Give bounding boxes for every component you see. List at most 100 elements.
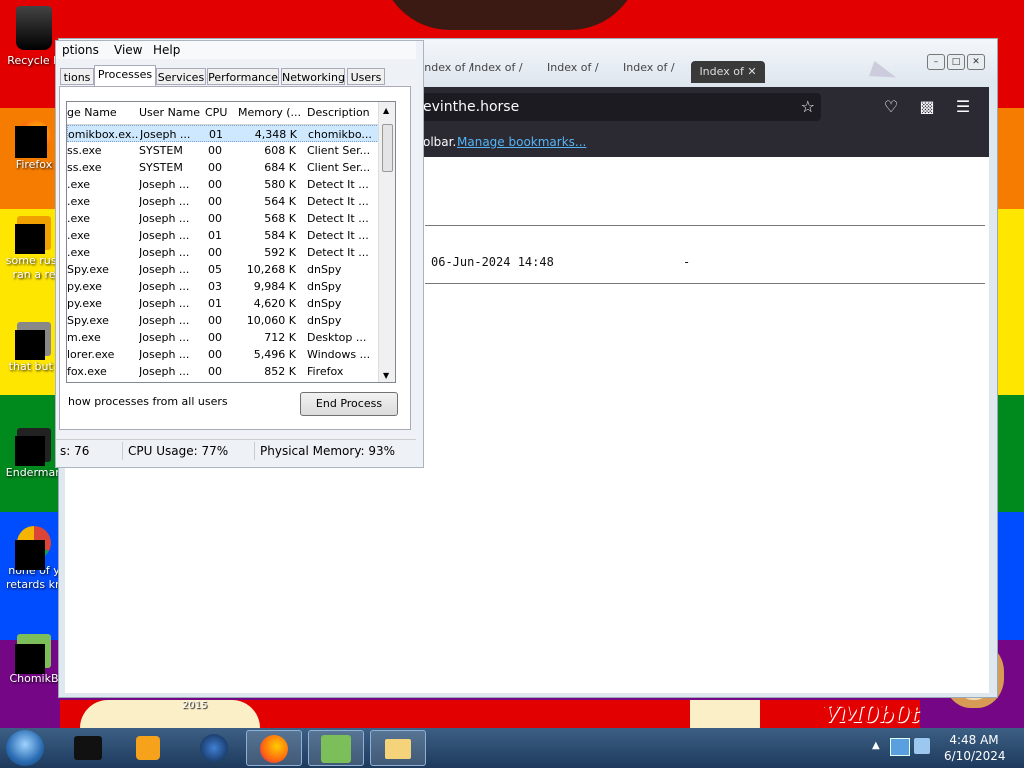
process-cell-name: omikbox.ex... (68, 128, 138, 141)
process-cell-desc: Firefox (307, 365, 344, 378)
process-row[interactable]: fox.exe Joseph ... 00 852 K Firefox (67, 363, 381, 380)
wallpaper-cream-shape (80, 700, 260, 728)
desktop-icon-chomikbox[interactable]: ChomikB (2, 634, 66, 686)
column-memory[interactable]: Memory (... (238, 106, 301, 119)
process-row[interactable]: .exe Joseph ... 00 580 K Detect It ... (67, 176, 381, 193)
process-row[interactable]: omikbox.ex... Joseph ... 01 4,348 K chomikbo… (67, 125, 381, 142)
scroll-down-icon[interactable]: ▼ (383, 371, 389, 380)
process-cell-mem: 5,496 K (253, 348, 296, 361)
tab-networking[interactable]: Networking (281, 68, 345, 85)
extensions-icon[interactable]: ▩ (917, 97, 937, 117)
menu-icon[interactable]: ☰ (953, 97, 973, 117)
browser-active-tab[interactable]: Index of ✕ (691, 61, 765, 83)
app-icon (74, 736, 102, 760)
bookmark-star-icon[interactable]: ☆ (801, 93, 815, 121)
browser-tab[interactable]: Index of / (421, 61, 473, 74)
process-list[interactable]: ge Name User Name CPU Memory (... Descri… (66, 101, 396, 383)
maximize-icon[interactable]: □ (947, 54, 965, 70)
process-cell-cpu: 00 (208, 144, 222, 157)
send-icon (869, 61, 899, 85)
browser-tab[interactable]: Index of / (471, 61, 523, 74)
process-cell-mem: 608 K (264, 144, 296, 157)
taskbar-explorer[interactable] (370, 730, 426, 766)
menu-options[interactable]: ptions (62, 43, 99, 57)
show-all-processes-checkbox[interactable]: how processes from all users (68, 395, 228, 408)
process-row[interactable]: Spy.exe Joseph ... 05 10,268 K dnSpy (67, 261, 381, 278)
tab-performance[interactable]: Performance (207, 68, 279, 85)
window-controls: – □ ✕ (925, 49, 985, 70)
menu-help[interactable]: Help (153, 43, 180, 57)
process-row[interactable]: .exe Joseph ... 00 568 K Detect It ... (67, 210, 381, 227)
process-row[interactable]: m.exe Joseph ... 00 712 K Desktop ... (67, 329, 381, 346)
scrollbar-thumb[interactable] (382, 124, 393, 172)
process-cell-cpu: 00 (208, 178, 222, 191)
scroll-up-icon[interactable]: ▲ (383, 106, 389, 115)
process-row[interactable]: ss.exe SYSTEM 00 608 K Client Ser... (67, 142, 381, 159)
start-orb-icon[interactable] (6, 730, 44, 766)
desktop-icon-label: Firefox (15, 158, 53, 171)
process-row[interactable]: py.exe Joseph ... 01 4,620 K dnSpy (67, 295, 381, 312)
vm-watermark: VM0b0t (822, 702, 920, 728)
taskbar-firefox[interactable] (246, 730, 302, 766)
browser-tab[interactable]: Index of / (547, 61, 599, 74)
process-cell-name: .exe (67, 229, 91, 242)
close-icon[interactable]: ✕ (967, 54, 985, 70)
process-cell-user: SYSTEM (139, 161, 183, 174)
taskbar-media-player[interactable] (122, 730, 178, 766)
app-icon (15, 428, 51, 466)
bookmarks-text: olbar. (423, 135, 457, 149)
process-cell-cpu: 05 (208, 263, 222, 276)
process-cell-desc: dnSpy (307, 314, 342, 327)
taskbar: ▲ 4:48 AM 6/10/2024 (0, 728, 1024, 768)
minimize-icon[interactable]: – (927, 54, 945, 70)
process-row[interactable]: .exe Joseph ... 00 592 K Detect It ... (67, 244, 381, 261)
column-user-name[interactable]: User Name (139, 106, 200, 119)
status-physical-memory: Physical Memory: 93% (260, 444, 396, 458)
tab-processes[interactable]: Processes (94, 65, 156, 86)
process-cell-cpu: 00 (208, 348, 222, 361)
chomikbox-icon (321, 735, 351, 763)
manage-bookmarks-link[interactable]: Manage bookmarks... (457, 127, 586, 157)
process-row[interactable]: ss.exe SYSTEM 00 684 K Client Ser... (67, 159, 381, 176)
process-cell-user: Joseph ... (139, 195, 190, 208)
pocket-icon[interactable]: ♡ (881, 97, 901, 117)
show-hidden-icons-icon[interactable]: ▲ (872, 740, 880, 751)
taskbar-chomikbox[interactable] (308, 730, 364, 766)
process-row[interactable]: .exe Joseph ... 00 564 K Detect It ... (67, 193, 381, 210)
menu-view[interactable]: View (114, 43, 142, 57)
column-image-name[interactable]: ge Name (67, 106, 117, 119)
process-cell-desc: Detect It ... (307, 246, 369, 259)
vertical-scrollbar[interactable]: ▲ ▼ (378, 102, 395, 382)
clock[interactable]: 4:48 AM 6/10/2024 (944, 732, 1006, 764)
network-tray-icon[interactable] (890, 738, 910, 756)
process-cell-cpu: 01 (208, 297, 222, 310)
column-cpu[interactable]: CPU (205, 106, 227, 119)
process-row[interactable]: .exe Joseph ... 01 584 K Detect It ... (67, 227, 381, 244)
end-process-button[interactable]: End Process (300, 392, 398, 416)
process-row[interactable]: lorer.exe Joseph ... 00 5,496 K Windows ... (67, 346, 381, 363)
process-cell-user: Joseph ... (139, 314, 190, 327)
desktop-icon-chrome[interactable]: none of y retards kn (2, 526, 66, 592)
volume-tray-icon[interactable] (914, 738, 930, 754)
tab-services[interactable]: Services (156, 68, 206, 85)
process-row[interactable]: py.exe Joseph ... 03 9,984 K dnSpy (67, 278, 381, 295)
process-cell-user: Joseph ... (139, 331, 190, 344)
browser-tab[interactable]: Index of / (623, 61, 675, 74)
taskbar-network[interactable] (186, 730, 242, 766)
media-player-icon (136, 736, 160, 760)
task-manager-menubar: ptions View Help (56, 41, 416, 59)
clock-date: 6/10/2024 (944, 749, 1006, 763)
desktop-icon-label: that but i (8, 360, 60, 373)
column-description[interactable]: Description (307, 106, 370, 119)
process-cell-name: .exe (67, 195, 91, 208)
taskbar-app[interactable] (62, 730, 118, 766)
desktop-icon-label: Recycle B (7, 54, 61, 67)
process-row[interactable]: Spy.exe Joseph ... 00 10,060 K dnSpy (67, 312, 381, 329)
url-bar[interactable]: evinthe.horse ☆ (409, 93, 821, 121)
tab-applications[interactable]: tions (60, 68, 94, 85)
processes-panel: ge Name User Name CPU Memory (... Descri… (59, 86, 411, 430)
process-cell-cpu: 00 (208, 365, 222, 378)
tab-users[interactable]: Users (347, 68, 385, 85)
file-icon (15, 216, 51, 254)
task-manager-window[interactable]: ptions View Help tions Processes Service… (55, 40, 424, 468)
